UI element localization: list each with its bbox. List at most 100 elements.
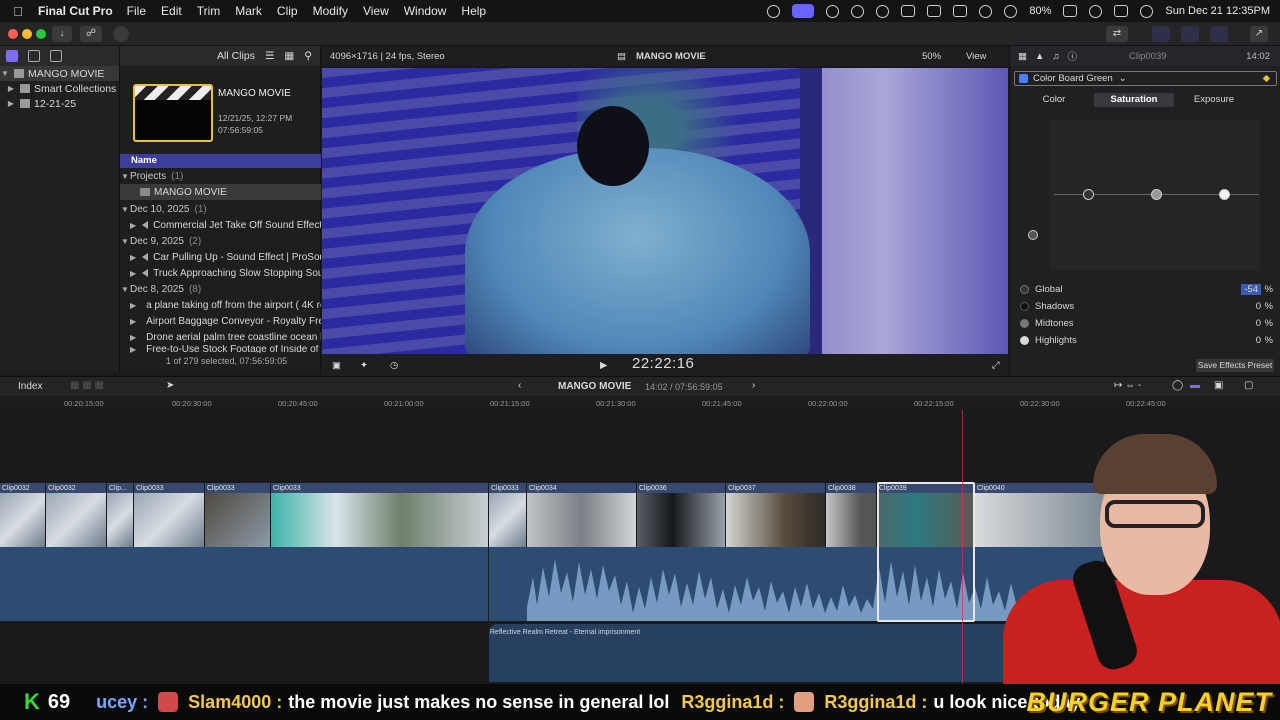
disclosure-closed-icon[interactable]: ▶ — [130, 345, 136, 353]
highlights-puck[interactable] — [1219, 189, 1230, 200]
save-effects-preset-button[interactable]: Save Effects Preset — [1196, 359, 1274, 372]
shadows-value-field[interactable]: 0 — [1256, 301, 1261, 312]
project-thumbnail[interactable] — [133, 84, 213, 142]
list-item[interactable]: ▶ Airport Baggage Conveyor - Royalty Fre… — [120, 313, 321, 329]
search-icon[interactable] — [1089, 4, 1103, 18]
play-icon[interactable] — [876, 4, 890, 18]
photos-audio-icon[interactable] — [28, 50, 40, 62]
forward-arrow-icon[interactable]: › — [752, 380, 755, 391]
focus-icon[interactable] — [767, 4, 781, 18]
list-item[interactable]: ▶ Commercial Jet Take Off Sound Effect — [120, 217, 321, 233]
group-projects[interactable]: ▼ Projects (1) — [120, 168, 321, 184]
video-clip[interactable]: Clip0032 — [0, 483, 46, 547]
headphones-icon[interactable]: ◯ — [1172, 380, 1183, 391]
group-dec-9[interactable]: ▼ Dec 9, 2025 (2) — [120, 233, 321, 249]
keyframe-icon[interactable]: ◆ — [1263, 73, 1270, 84]
import-icon[interactable]: ↓ — [52, 26, 72, 42]
list-item[interactable]: MANGO MOVIE — [120, 184, 321, 200]
browser-toggle-icon[interactable] — [1152, 26, 1170, 42]
video-clip[interactable]: Clip0036 — [637, 483, 726, 547]
disclosure-open-icon[interactable]: ▼ — [120, 237, 130, 246]
video-clip[interactable]: Clip0032 — [46, 483, 107, 547]
clock[interactable]: Sun Dec 21 12:35PM — [1165, 5, 1270, 17]
video-clip[interactable]: Clip0033 — [134, 483, 205, 547]
clip-filter-dropdown[interactable]: All Clips — [217, 50, 255, 62]
disclosure-open-icon[interactable]: ▼ — [0, 69, 10, 78]
list-item[interactable]: ▶ Car Pulling Up - Sound Effect | ProSou… — [120, 249, 321, 265]
list-item[interactable]: ▶ Free-to-Use Stock Footage of Inside of… — [120, 345, 321, 353]
highlights-value-field[interactable]: 0 — [1256, 335, 1261, 346]
tab-exposure[interactable]: Exposure — [1174, 93, 1254, 107]
mirroring-icon[interactable] — [953, 5, 968, 17]
video-clip[interactable]: Clip0034 — [527, 483, 637, 547]
disclosure-closed-icon[interactable]: ▶ — [130, 269, 136, 278]
clip-appearance-icon[interactable]: ▬ — [1190, 380, 1200, 391]
fullscreen-icon[interactable]: ⤢ — [992, 360, 1000, 371]
zoom-dropdown[interactable]: 50% — [922, 51, 941, 62]
disclosure-open-icon[interactable]: ▼ — [120, 285, 130, 294]
menu-mark[interactable]: Mark — [235, 4, 262, 18]
list-item[interactable]: ▶ Drone aerial palm tree coastline ocean… — [120, 329, 321, 345]
screen-record-icon[interactable] — [792, 4, 815, 18]
effect-enable-checkbox[interactable] — [1019, 74, 1028, 83]
minimize-window-button[interactable] — [22, 29, 32, 39]
video-frame[interactable] — [322, 68, 1008, 354]
transform-tool-icon[interactable]: ▣ — [332, 360, 341, 371]
audio-inspector-icon[interactable]: ♫ — [1052, 51, 1059, 62]
list-view-icon[interactable]: ▦ — [284, 50, 294, 62]
effects-browser-icon[interactable]: ▣ — [1214, 380, 1223, 391]
search-icon[interactable]: ⚲ — [304, 50, 312, 62]
effect-selector[interactable]: Color Board Green ⌄ ◆ — [1014, 71, 1277, 86]
shadows-puck[interactable] — [1083, 189, 1094, 200]
close-window-button[interactable] — [8, 29, 18, 39]
video-clip[interactable]: Clip0033 — [205, 483, 271, 547]
disclosure-closed-icon[interactable]: ▶ — [6, 99, 16, 108]
profile-icon[interactable] — [826, 4, 840, 18]
disclosure-closed-icon[interactable]: ▶ — [130, 221, 136, 230]
video-clip[interactable]: Clip0038 — [826, 483, 877, 547]
play-button-icon[interactable]: ▶ — [600, 360, 607, 371]
menu-file[interactable]: File — [127, 4, 146, 18]
library-item-smart-collections[interactable]: ▶ Smart Collections — [0, 81, 119, 96]
midtones-puck[interactable] — [1151, 189, 1162, 200]
edit-tools-icon[interactable]: ▦ ▦ ▦ — [70, 380, 104, 391]
library-item-mango-movie[interactable]: ▼ MANGO MOVIE — [0, 66, 119, 81]
menu-modify[interactable]: Modify — [313, 4, 348, 18]
transitions-icon[interactable]: ▢ — [1244, 380, 1253, 391]
color-inspector-icon[interactable]: ▲ — [1035, 51, 1044, 62]
control-center-icon[interactable] — [1114, 5, 1129, 17]
disclosure-closed-icon[interactable]: ▶ — [130, 333, 136, 342]
share-icon[interactable]: ⇄ — [1106, 26, 1128, 42]
info-inspector-icon[interactable]: ⓘ — [1068, 49, 1078, 63]
titles-generators-icon[interactable] — [50, 50, 62, 62]
playhead[interactable] — [962, 410, 963, 684]
display-icon[interactable] — [927, 5, 942, 17]
volume-icon[interactable] — [901, 5, 916, 17]
filmstrip-view-icon[interactable]: ☰ — [265, 50, 274, 62]
timeline-toggle-icon[interactable] — [1181, 26, 1199, 42]
midtones-value-field[interactable]: 0 — [1256, 318, 1261, 329]
disclosure-open-icon[interactable]: ▼ — [120, 205, 130, 214]
inspector-toggle-icon[interactable] — [1210, 26, 1228, 42]
speed-icon[interactable]: ◷ — [390, 360, 398, 371]
wifi-icon[interactable] — [1004, 4, 1018, 18]
export-icon[interactable]: ↗ — [1250, 26, 1268, 42]
back-arrow-icon[interactable]: ‹ — [518, 380, 521, 391]
video-clip[interactable]: Clip0037 — [726, 483, 826, 547]
video-clip[interactable]: Clip0033 — [271, 483, 489, 547]
globe-icon[interactable] — [851, 4, 865, 18]
background-tasks-icon[interactable] — [113, 26, 129, 42]
video-clip[interactable]: Clip... — [107, 483, 134, 547]
timeline-project-title[interactable]: MANGO MOVIE — [558, 381, 631, 392]
index-button[interactable]: Index — [18, 381, 42, 392]
view-dropdown[interactable]: View — [966, 51, 986, 62]
menu-trim[interactable]: Trim — [197, 4, 221, 18]
siri-icon[interactable] — [1140, 4, 1154, 18]
keywords-icon[interactable]: ☍ — [80, 26, 102, 42]
apple-menu-icon[interactable]:  — [8, 4, 28, 19]
disclosure-closed-icon[interactable]: ▶ — [130, 301, 136, 310]
group-dec-10[interactable]: ▼ Dec 10, 2025 (1) — [120, 201, 321, 217]
tab-color[interactable]: Color — [1014, 93, 1094, 107]
list-item[interactable]: ▶ a plane taking off from the airport ( … — [120, 297, 321, 313]
app-menu[interactable]: Final Cut Pro — [38, 4, 113, 18]
